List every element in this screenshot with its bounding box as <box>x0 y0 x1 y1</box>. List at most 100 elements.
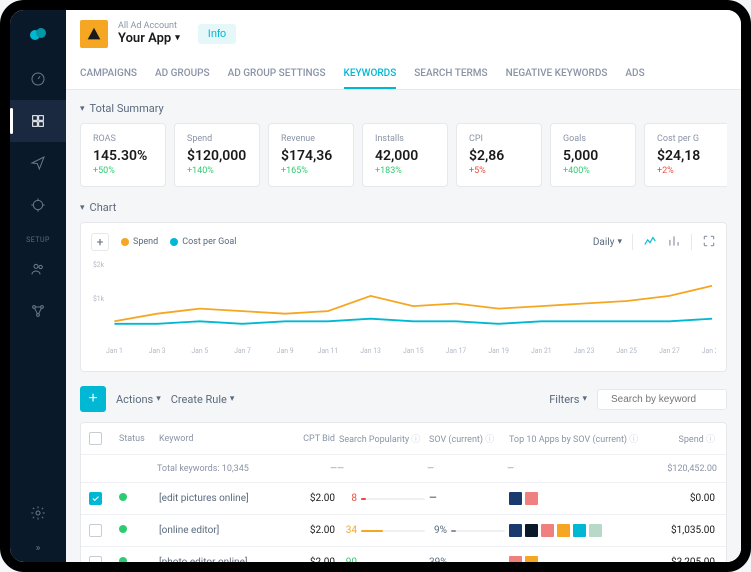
nav-send[interactable] <box>10 142 66 184</box>
metric-delta: +50% <box>93 166 153 176</box>
spend-cell: $3,205.00 <box>647 553 717 562</box>
column-header[interactable]: Top 10 Apps by SOV (current) ⓘ <box>507 428 647 449</box>
tab-adgroupsettings[interactable]: AD GROUP SETTINGS <box>228 60 326 89</box>
svg-text:Jan 1: Jan 1 <box>106 347 123 355</box>
app-switcher[interactable]: Your App ▾ <box>118 32 180 46</box>
keyword-cell[interactable]: [online editor] <box>157 521 287 540</box>
nav-users[interactable] <box>10 248 66 290</box>
nav-dashboard[interactable] <box>10 58 66 100</box>
row-checkbox[interactable] <box>89 492 102 505</box>
metric-delta: +140% <box>187 166 247 176</box>
top-apps-cell <box>507 552 647 562</box>
svg-text:Jan 15: Jan 15 <box>403 347 424 355</box>
spend-cell: $0.00 <box>647 489 717 508</box>
metric-delta: +2% <box>657 166 717 176</box>
column-header[interactable]: CPT Bid <box>287 430 337 448</box>
table-row: [photo editor online]$2.009039%$3,205.00 <box>81 547 726 562</box>
top-apps-cell <box>507 520 647 541</box>
svg-text:Jan 17: Jan 17 <box>446 347 467 355</box>
svg-text:Jan 25: Jan 25 <box>616 347 637 355</box>
add-keyword-button[interactable]: + <box>80 386 106 412</box>
bid-cell[interactable]: $2.00 <box>287 521 337 540</box>
chart-type-line-icon[interactable] <box>643 234 657 251</box>
nav-target[interactable] <box>10 184 66 226</box>
column-header <box>87 428 117 449</box>
metric-value: $120,000 <box>187 148 247 164</box>
tab-adgroups[interactable]: AD GROUPS <box>155 60 210 89</box>
metric-value: $174,36 <box>281 148 341 164</box>
create-rule-dropdown[interactable]: Create Rule▾ <box>171 393 235 406</box>
app-icon <box>80 20 108 48</box>
bid-cell[interactable]: $2.00 <box>287 489 337 508</box>
column-header[interactable]: Keyword <box>157 430 287 448</box>
metric-card[interactable]: Revenue $174,36 +165% <box>268 123 354 187</box>
legend-item[interactable]: Cost per Goal <box>170 237 236 247</box>
svg-text:Jan 21: Jan 21 <box>531 347 552 355</box>
search-input[interactable] <box>611 394 741 405</box>
keywords-table: StatusKeywordCPT BidSearch Popularity ⓘS… <box>80 422 727 562</box>
keyword-cell[interactable]: [photo editor online] <box>157 553 287 562</box>
add-metric-button[interactable]: + <box>91 233 109 251</box>
svg-text:Jan 19: Jan 19 <box>488 347 509 355</box>
table-row: [edit pictures online]$2.008—$0.00 <box>81 483 726 515</box>
column-header[interactable]: SOV (current) ⓘ <box>427 428 507 449</box>
metric-card[interactable]: Goals 5,000 +400% <box>550 123 636 187</box>
column-header[interactable]: Status <box>117 430 157 448</box>
nav-collapse[interactable]: » <box>10 534 66 562</box>
nav-workflow[interactable] <box>10 290 66 332</box>
svg-text:Jan 9: Jan 9 <box>277 347 294 355</box>
metric-label: Spend <box>187 134 247 144</box>
column-header[interactable]: Spend ⓘ <box>647 428 717 449</box>
svg-text:Jan 23: Jan 23 <box>574 347 595 355</box>
popularity-cell: 8 <box>337 489 427 508</box>
sidebar: SETUP » <box>10 10 66 562</box>
line-chart: $2k$1kJan 1Jan 3Jan 5Jan 7Jan 9Jan 11Jan… <box>91 257 716 357</box>
metric-card[interactable]: ROAS 145.30% +50% <box>80 123 166 187</box>
metric-delta: +5% <box>469 166 529 176</box>
metric-card[interactable]: Spend $120,000 +140% <box>174 123 260 187</box>
status-indicator <box>119 493 127 501</box>
info-button[interactable]: Info <box>198 24 236 44</box>
row-checkbox[interactable] <box>89 524 102 537</box>
top-apps-cell <box>507 488 647 509</box>
keyword-cell[interactable]: [edit pictures online] <box>157 489 287 508</box>
table-row: [online editor]$2.00349%$1,035.00 <box>81 515 726 547</box>
svg-text:Jan 13: Jan 13 <box>360 347 381 355</box>
tab-campaigns[interactable]: CAMPAIGNS <box>80 60 137 89</box>
tab-ads[interactable]: ADS <box>625 60 644 89</box>
timeframe-selector[interactable]: Daily▾ <box>593 237 622 248</box>
row-checkbox[interactable] <box>89 556 102 562</box>
metric-label: Revenue <box>281 134 341 144</box>
metrics-row: ROAS 145.30% +50%Spend $120,000 +140%Rev… <box>80 123 727 187</box>
sov-cell: 9% <box>427 521 507 540</box>
metric-card[interactable]: Installs 42,000 +183% <box>362 123 448 187</box>
metric-card[interactable]: Cost per G $24,18 +2% <box>644 123 727 187</box>
filters-dropdown[interactable]: Filters▾ <box>549 393 587 406</box>
tab-keywords[interactable]: KEYWORDS <box>344 60 397 89</box>
expand-chart-icon[interactable] <box>702 234 716 251</box>
tab-searchterms[interactable]: SEARCH TERMS <box>414 60 487 89</box>
actions-dropdown[interactable]: Actions▾ <box>116 393 161 406</box>
chart-panel: + Spend Cost per Goal Daily▾ <box>80 222 727 372</box>
metric-value: $24,18 <box>657 148 717 164</box>
spend-cell: $1,035.00 <box>647 521 717 540</box>
bid-cell[interactable]: $2.00 <box>287 553 337 562</box>
nav-apps[interactable] <box>10 100 66 142</box>
brand-logo <box>28 24 48 44</box>
column-header[interactable]: Search Popularity ⓘ <box>337 428 427 449</box>
sov-cell: 39% <box>427 553 507 562</box>
tab-negativekeywords[interactable]: NEGATIVE KEYWORDS <box>506 60 608 89</box>
tabs: CAMPAIGNS AD GROUPS AD GROUP SETTINGS KEYWO… <box>80 60 727 89</box>
chart-toggle[interactable]: ▾ Chart <box>80 201 727 214</box>
chart-type-bar-icon[interactable] <box>667 234 681 251</box>
svg-text:$1k: $1k <box>93 295 105 303</box>
summary-toggle[interactable]: ▾ Total Summary <box>80 102 727 115</box>
select-all-checkbox[interactable] <box>89 432 102 445</box>
legend-item[interactable]: Spend <box>121 237 158 247</box>
metric-value: 145.30% <box>93 148 153 164</box>
header: All Ad Account Your App ▾ Info CAMPAIGNS… <box>66 10 741 90</box>
metric-label: CPI <box>469 134 529 144</box>
metric-card[interactable]: CPI $2,86 +5% <box>456 123 542 187</box>
metric-value: 42,000 <box>375 148 435 164</box>
nav-settings[interactable] <box>10 492 66 534</box>
